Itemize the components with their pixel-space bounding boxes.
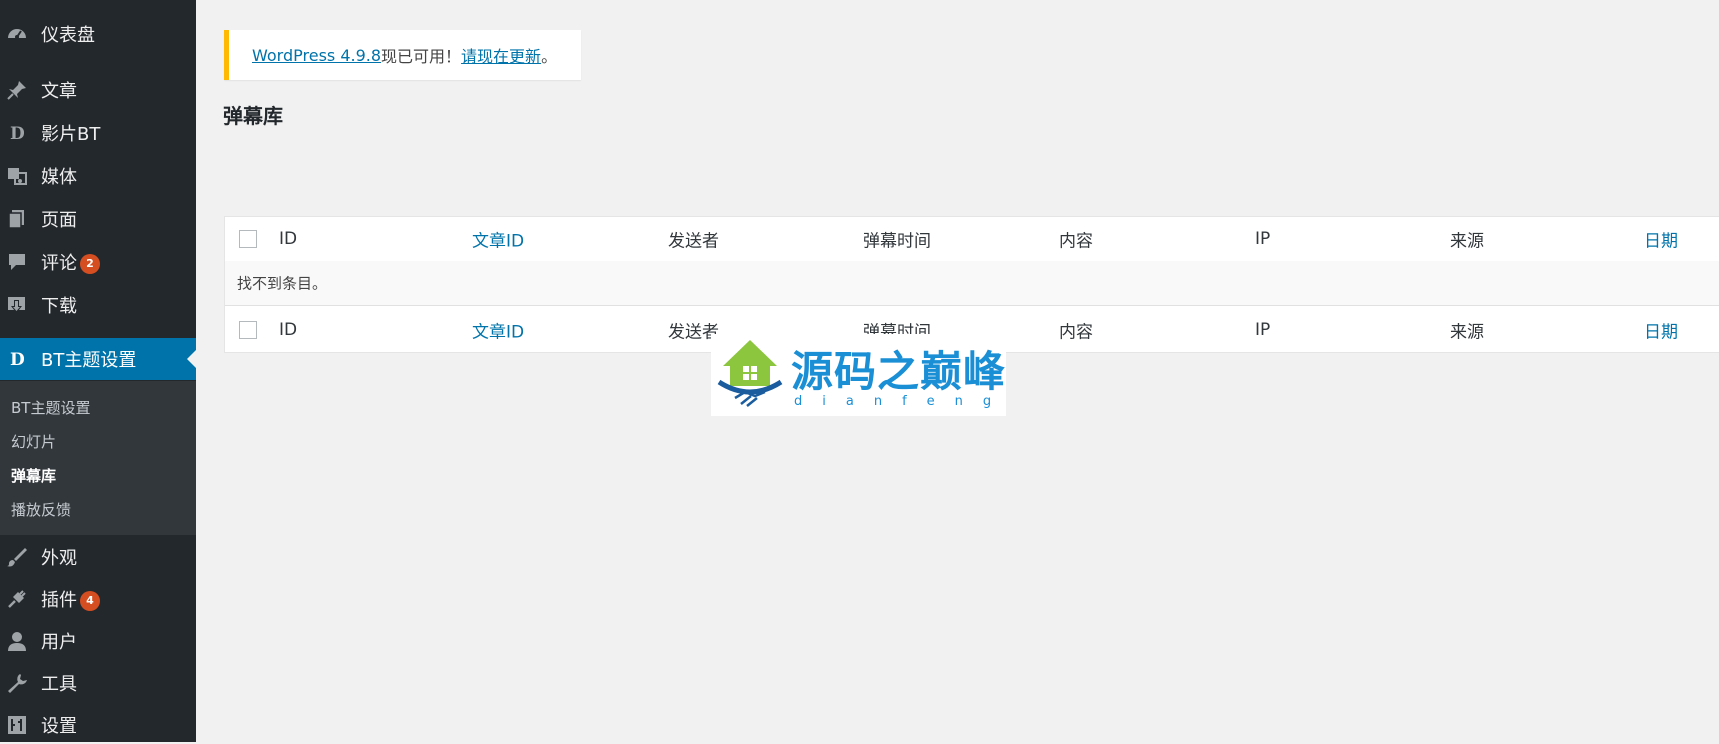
column-content: 内容 [1059,231,1093,252]
table-header-row: ID 文章ID 发送者 弹幕时间 内容 IP 来源 日期 [225,217,1719,262]
theme-d-icon: D [6,122,28,144]
column-post-id-sortable[interactable]: 文章ID [472,227,524,252]
brush-icon [6,546,28,568]
menu-bt-theme-settings[interactable]: D BT主题设置 [0,338,196,380]
menu-label: 用户 [41,632,77,653]
column-source: 来源 [1450,231,1484,252]
pages-icon [6,208,28,230]
column-date-sortable[interactable]: 日期 [1644,317,1678,342]
user-icon [6,630,28,652]
plugin-update-badge: 4 [80,591,100,611]
menu-downloads[interactable]: 下载 [0,286,196,324]
menu-movie-bt[interactable]: D 影片BT [0,114,196,152]
house-handshake-icon [717,340,783,407]
menu-label: 下载 [41,296,77,317]
menu-comments[interactable]: 评论 2 [0,243,196,281]
menu-label: 插件 4 [41,586,100,612]
svg-text:D: D [10,350,25,370]
menu-dashboard[interactable]: 仪表盘 [0,15,196,53]
media-icon [6,165,28,187]
notice-end: 。 [541,47,558,66]
menu-tools[interactable]: 工具 [0,664,196,702]
comment-count-badge: 2 [80,254,100,274]
menu-label: 文章 [41,81,77,102]
menu-media[interactable]: 媒体 [0,157,196,195]
menu-label: 页面 [41,210,77,231]
dashboard-icon [6,23,28,45]
column-content: 内容 [1059,322,1093,342]
notice-text: 现已可用！ [381,47,462,66]
column-date-sortable[interactable]: 日期 [1644,227,1678,252]
menu-pages[interactable]: 页面 [0,200,196,238]
menu-label: 仪表盘 [41,25,95,46]
submenu-playback-feedback[interactable]: 播放反馈 [11,499,71,520]
bt-settings-submenu: BT主题设置 幻灯片 弹幕库 播放反馈 [0,381,196,535]
menu-settings[interactable]: 设置 [0,706,196,744]
submenu-slideshow[interactable]: 幻灯片 [11,431,56,452]
submenu-danmaku-library[interactable]: 弹幕库 [11,465,56,486]
select-all-checkbox[interactable] [239,230,257,248]
no-items-row: 找不到条目。 [225,261,1719,305]
current-menu-pointer [187,350,196,368]
admin-sidebar: 仪表盘 文章 D 影片BT 媒体 页面 评论 2 下载 D BT主题设置 BT主… [0,0,196,742]
menu-label: 媒体 [41,167,77,188]
wordpress-version-link[interactable]: WordPress 4.9.8 [252,46,381,65]
update-notice: WordPress 4.9.8 现已可用！ 请现在更新。 [224,30,581,80]
wrench-icon [6,672,28,694]
theme-d-icon: D [6,348,28,370]
menu-plugins[interactable]: 插件 4 [0,580,196,618]
settings-icon [6,714,28,736]
column-source: 来源 [1450,322,1484,342]
menu-label: 影片BT [41,124,101,145]
pin-icon [6,79,28,101]
menu-posts[interactable]: 文章 [0,71,196,109]
menu-label: 设置 [41,716,77,737]
column-ip: IP [1255,229,1271,249]
download-icon [6,294,28,316]
column-ip: IP [1255,319,1271,340]
no-items-message: 找不到条目。 [237,274,328,293]
svg-text:D: D [10,124,25,144]
menu-appearance[interactable]: 外观 [0,538,196,576]
menu-label: BT主题设置 [41,350,137,371]
watermark-subtitle: dianfeng [794,394,1012,409]
watermark-logo: 源码之巅峰 dianfeng [711,334,1006,416]
menu-label: 外观 [41,548,77,569]
column-id: ID [279,319,298,340]
submenu-bt-theme-settings[interactable]: BT主题设置 [11,397,90,418]
menu-users[interactable]: 用户 [0,622,196,660]
comment-icon [6,251,28,273]
menu-label: 工具 [41,674,77,695]
column-post-id-sortable[interactable]: 文章ID [472,317,524,342]
page-title: 弹幕库 [223,104,283,128]
danmaku-table: ID 文章ID 发送者 弹幕时间 内容 IP 来源 日期 找不到条目。 ID 文… [224,216,1719,353]
select-all-checkbox-footer[interactable] [239,320,257,339]
menu-label: 评论 2 [41,249,100,275]
column-sender: 发送者 [668,231,719,252]
watermark-title: 源码之巅峰 [791,347,1007,396]
update-now-link[interactable]: 请现在更新 [461,43,541,67]
plugin-icon [6,588,28,610]
column-id: ID [279,229,298,249]
column-danmaku-time: 弹幕时间 [863,231,931,252]
